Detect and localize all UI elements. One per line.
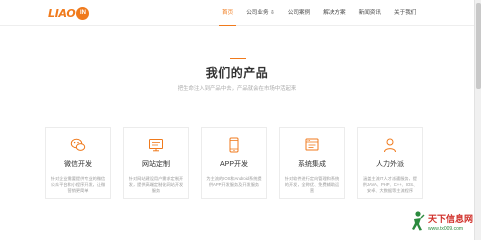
watermark-figure-icon <box>409 210 425 232</box>
nav-item-solutions[interactable]: 解决方案 <box>323 0 345 26</box>
page-scrollbar[interactable] <box>474 0 481 240</box>
product-cards: 微信开发 针对企业需要提供专业的微信公众平台和小程序开发，让微营销更简单 网站定… <box>45 127 435 199</box>
nav-item-news[interactable]: 新闻资讯 <box>359 0 381 26</box>
system-integration-icon <box>304 137 320 153</box>
product-card-wechat[interactable]: 微信开发 针对企业需要提供专业的微信公众平台和小程序开发，让微营销更简单 <box>45 127 111 199</box>
nav-item-cases[interactable]: 公司案例 <box>288 0 310 26</box>
nav-item-about[interactable]: 关于我们 <box>394 0 416 26</box>
card-desc: 针对企业需要提供专业的微信公众平台和小程序开发，让微营销更简单 <box>50 176 106 193</box>
card-title: 网站定制 <box>142 161 170 168</box>
card-desc: 涵盖主流IT人才派遣服务，提供JAVA、PHP、C++、IOS、安卓、大数据等主… <box>362 176 418 193</box>
site-watermark: 天下信息网 www.tx009.com <box>409 208 475 238</box>
card-desc: 针对软件进行定向管理和系统的开发，全称优、免费辅助运营 <box>284 176 340 193</box>
product-card-integration[interactable]: 系统集成 针对软件进行定向管理和系统的开发，全称优、免费辅助运营 <box>279 127 345 199</box>
site-header: LIAO IN 首页 公司业务 ⇩ 公司案例 解决方案 新闻资讯 关于我们 <box>0 0 474 26</box>
web-monitor-icon <box>148 137 164 153</box>
card-title: 微信开发 <box>64 161 92 168</box>
nav-item-home[interactable]: 首页 <box>218 0 237 26</box>
card-desc: 为主流的IOS和Android系统提供APP开发服务及开发服务 <box>206 176 262 187</box>
product-card-outsourcing[interactable]: 人力外派 涵盖主流IT人才派遣服务，提供JAVA、PHP、C++、IOS、安卓、… <box>357 127 423 199</box>
scrollbar-thumb[interactable] <box>476 3 481 89</box>
product-card-app[interactable]: APP开发 为主流的IOS和Android系统提供APP开发服务及开发服务 <box>201 127 267 199</box>
card-desc: 针对网站建设用户需求定制开发，提供高端定制化网站开发服务 <box>128 176 184 193</box>
watermark-url: www.tx009.com <box>428 226 464 232</box>
outsourcing-person-icon <box>382 137 398 153</box>
card-title: 系统集成 <box>298 161 326 168</box>
watermark-name: 天下信息网 <box>428 215 474 225</box>
mobile-app-icon <box>226 137 242 153</box>
wechat-icon <box>70 137 86 153</box>
logo-text: LIAO <box>48 6 76 20</box>
main-nav: 首页 公司业务 ⇩ 公司案例 解决方案 新闻资讯 关于我们 <box>218 0 429 26</box>
title-accent-rule <box>230 58 246 59</box>
logo-badge: IN <box>76 6 90 20</box>
card-title: 人力外派 <box>376 161 404 168</box>
section-subtitle: 把生命注入到产品中去，产品就会在市场中活起来 <box>177 86 297 92</box>
section-title: 我们的产品 <box>205 66 269 80</box>
logo[interactable]: LIAO IN <box>48 6 90 20</box>
page: LIAO IN 首页 公司业务 ⇩ 公司案例 解决方案 新闻资讯 关于我们 我们… <box>0 0 474 240</box>
card-title: APP开发 <box>219 161 248 168</box>
nav-item-business[interactable]: 公司业务 ⇩ <box>246 0 275 26</box>
product-card-website[interactable]: 网站定制 针对网站建设用户需求定制开发，提供高端定制化网站开发服务 <box>123 127 189 199</box>
